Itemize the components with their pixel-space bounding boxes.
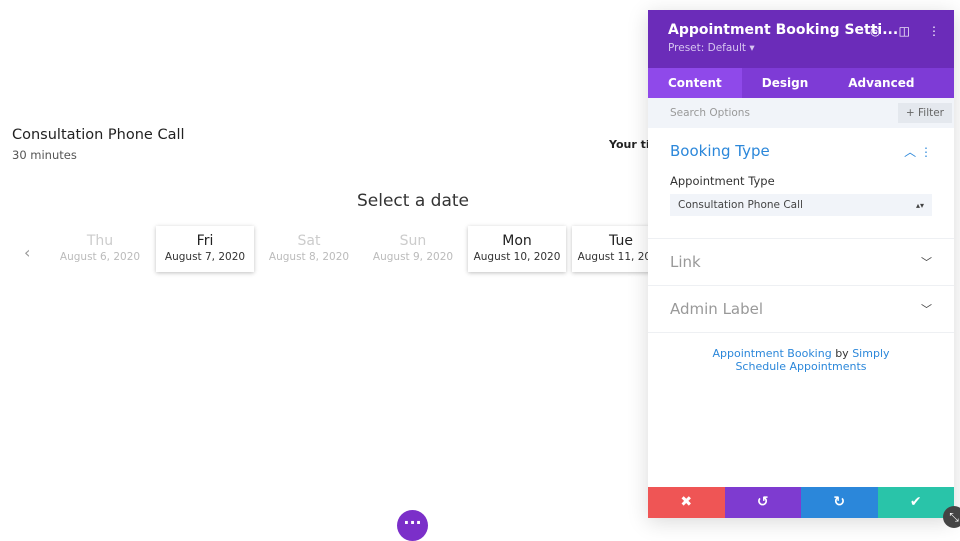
panel-header: Appointment Booking Setti... Preset: Def… <box>648 10 954 68</box>
tab-advanced[interactable]: Advanced <box>828 68 934 98</box>
day-sat: Sat August 8, 2020 <box>260 226 358 272</box>
day-date: August 6, 2020 <box>59 251 141 263</box>
section-title: Admin Label <box>670 300 764 318</box>
select-arrows-icon: ▴▾ <box>915 200 924 210</box>
service-title: Consultation Phone Call <box>12 127 185 143</box>
section-title: Link <box>670 253 701 271</box>
day-thu: Thu August 6, 2020 <box>51 226 149 272</box>
select-value: Consultation Phone Call <box>678 199 803 211</box>
day-name: Thu <box>86 233 114 249</box>
more-vertical-icon[interactable]: ⋮ <box>928 24 940 38</box>
day-date: August 7, 2020 <box>164 251 246 263</box>
day-name: Mon <box>502 233 532 249</box>
panel-footer: ✖ ↺ ↻ ✔ <box>648 487 954 518</box>
appointment-booking-link[interactable]: Appointment Booking <box>712 347 831 360</box>
day-fri[interactable]: Fri August 7, 2020 <box>156 226 254 272</box>
preset-dropdown[interactable]: Preset: Default ▾ <box>668 42 934 54</box>
section-booking-type: Booking Type ︿ ⋮ Appointment Type Consult… <box>648 128 954 239</box>
redo-button[interactable]: ↻ <box>801 487 878 518</box>
more-options-button[interactable]: ··· <box>397 510 428 541</box>
credit-by: by <box>831 347 853 360</box>
chevron-down-icon: ﹀ <box>921 303 932 316</box>
section-title[interactable]: Booking Type <box>670 142 770 160</box>
settings-panel: Appointment Booking Setti... Preset: Def… <box>648 10 954 518</box>
appointment-type-select[interactable]: Consultation Phone Call ▴▾ <box>670 194 932 216</box>
day-mon[interactable]: Mon August 10, 2020 <box>468 226 566 272</box>
tab-design[interactable]: Design <box>742 68 829 98</box>
chevron-up-icon[interactable]: ︿ ⋮ <box>904 143 932 160</box>
service-duration: 30 minutes <box>12 148 77 162</box>
search-input[interactable]: Search Options <box>670 107 750 119</box>
section-link[interactable]: Link ﹀ <box>648 239 954 286</box>
day-sun: Sun August 9, 2020 <box>364 226 462 272</box>
appointment-type-label: Appointment Type <box>670 174 775 188</box>
day-name: Fri <box>196 233 214 249</box>
day-date: August 10, 2020 <box>473 251 561 263</box>
section-admin-label[interactable]: Admin Label ﹀ <box>648 286 954 333</box>
chevron-down-icon: ﹀ <box>921 256 932 269</box>
search-options[interactable]: Search Options + Filter <box>648 98 954 128</box>
day-name: Sat <box>297 233 321 249</box>
focus-icon[interactable]: ◎ <box>870 24 880 38</box>
credit-text: Appointment Booking by Simply Schedule A… <box>648 333 954 387</box>
sidebar-layout-icon[interactable]: ◫ <box>899 24 910 38</box>
tab-content[interactable]: Content <box>648 68 742 98</box>
undo-button[interactable]: ↺ <box>724 487 801 518</box>
panel-tabs: Content Design Advanced <box>648 68 954 98</box>
cancel-button[interactable]: ✖ <box>648 487 725 518</box>
day-date: August 9, 2020 <box>372 251 454 263</box>
day-name: Sun <box>399 233 427 249</box>
filter-button[interactable]: + Filter <box>897 103 952 123</box>
day-date: August 8, 2020 <box>268 251 350 263</box>
prev-week-chevron-icon[interactable]: ‹ <box>24 243 30 262</box>
resize-handle-icon[interactable]: ⤡ <box>943 506 960 528</box>
